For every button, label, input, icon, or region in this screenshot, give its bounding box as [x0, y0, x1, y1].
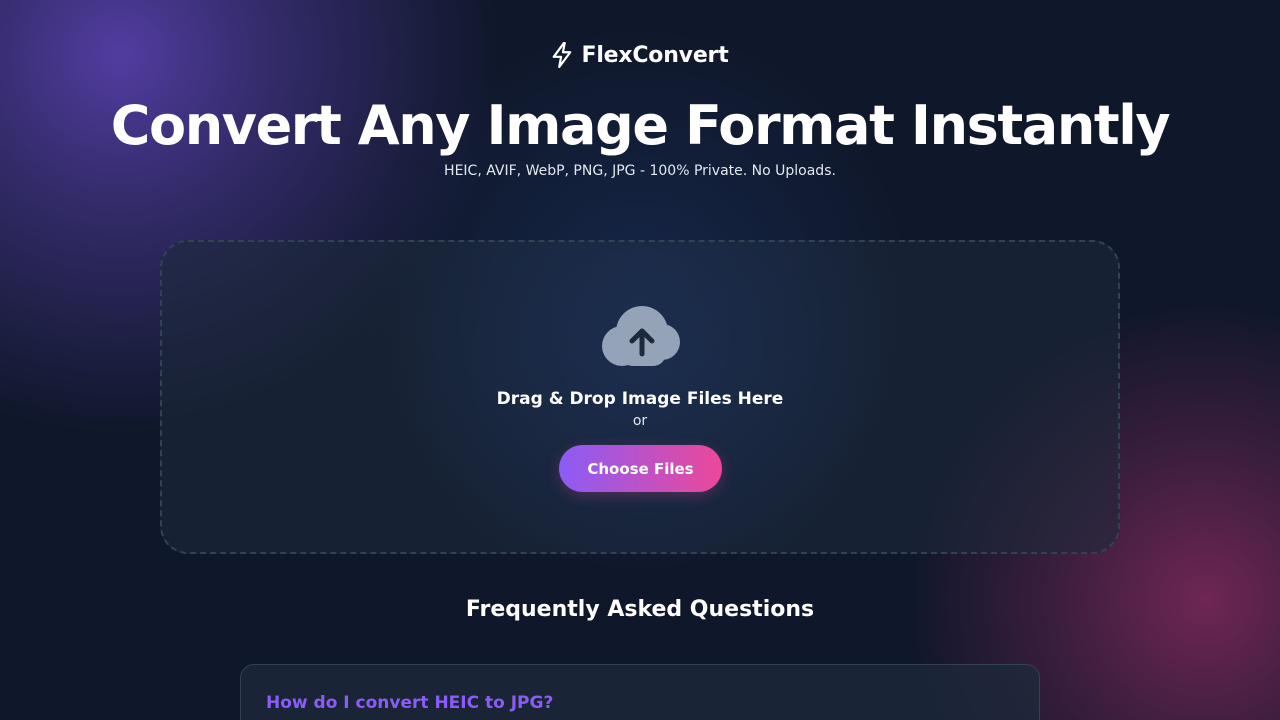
faq-item[interactable]: How do I convert HEIC to JPG?: [240, 664, 1040, 720]
app-name: FlexConvert: [581, 42, 729, 68]
dropzone-title: Drag & Drop Image Files Here: [496, 389, 784, 409]
page-subtitle: HEIC, AVIF, WebP, PNG, JPG - 100% Privat…: [444, 163, 836, 179]
page-title: Convert Any Image Format Instantly: [110, 94, 1171, 157]
dropzone-or-text: or: [632, 413, 648, 429]
faq-question[interactable]: How do I convert HEIC to JPG?: [266, 691, 553, 715]
lightning-bolt-icon: [553, 42, 572, 68]
faq-heading: Frequently Asked Questions: [465, 597, 815, 622]
page-content: FlexConvert Convert Any Image Format Ins…: [0, 0, 1280, 720]
cloud-upload-icon: [602, 306, 680, 366]
file-dropzone[interactable]: Drag & Drop Image Files Here or Choose F…: [160, 240, 1120, 554]
choose-files-button[interactable]: Choose Files: [559, 445, 722, 492]
app-logo[interactable]: FlexConvert: [0, 40, 1280, 70]
